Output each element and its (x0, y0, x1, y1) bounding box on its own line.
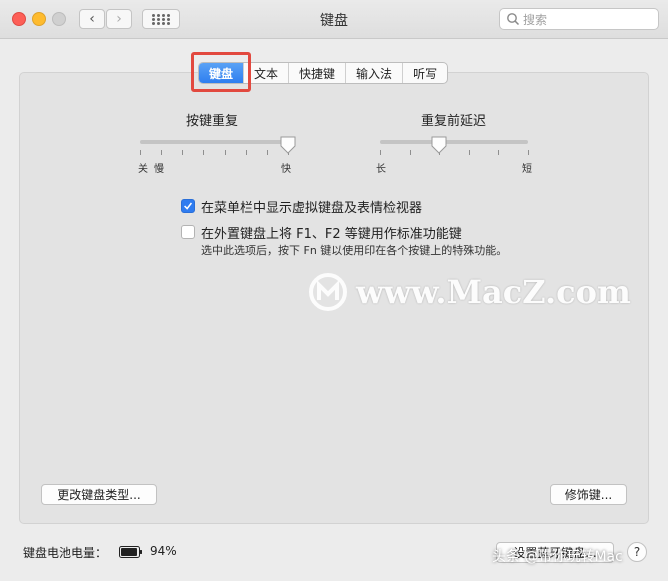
slider-tick (498, 150, 500, 155)
battery-label: 键盘电池电量： (23, 546, 108, 560)
slider-tick (266, 150, 268, 155)
tab-dictation[interactable]: 听写 (403, 63, 447, 83)
key-repeat-off-label: 关 (138, 164, 148, 175)
slider-tick (380, 150, 381, 155)
fn-keys-hint: 选中此选项后，按下 Fn 键以使用印在各个按键上的特殊功能。 (201, 244, 508, 257)
battery-icon (119, 546, 142, 558)
fn-keys-checkbox[interactable] (181, 225, 195, 239)
repeat-delay-short-label: 短 (522, 164, 532, 175)
key-repeat-slow-label: 慢 (154, 164, 164, 175)
slider-tick (224, 150, 226, 155)
repeat-delay-knob[interactable] (431, 136, 447, 154)
search-icon (507, 13, 520, 26)
search-field[interactable]: 搜索 (499, 8, 659, 30)
repeat-delay-slider[interactable] (380, 140, 528, 144)
help-button[interactable]: ? (627, 542, 647, 562)
macz-logo-icon (309, 273, 347, 311)
repeat-delay-label: 重复前延迟 (421, 114, 487, 129)
credit-overlay: 头条 @带你玩转Mac (492, 549, 623, 565)
search-placeholder: 搜索 (523, 13, 548, 27)
tab-input-sources[interactable]: 输入法 (346, 63, 404, 83)
slider-tick (245, 150, 247, 155)
tab-highlight-box (191, 52, 251, 92)
fn-keys-label[interactable]: 在外置键盘上将 F1、F2 等键用作标准功能键 (201, 223, 462, 242)
show-viewer-label[interactable]: 在菜单栏中显示虚拟键盘及表情检视器 (201, 197, 422, 216)
tab-shortcuts[interactable]: 快捷键 (289, 63, 347, 83)
slider-tick (140, 150, 141, 155)
slider-tick (203, 150, 205, 155)
key-repeat-fast-label: 快 (281, 164, 291, 175)
watermark-text: www.MacZ.com (356, 273, 631, 311)
repeat-delay-long-label: 长 (376, 164, 386, 175)
key-repeat-label: 按键重复 (186, 114, 239, 129)
battery-percent: 94% (150, 544, 177, 558)
slider-tick (182, 150, 184, 155)
watermark: www.MacZ.com (308, 270, 658, 314)
slider-tick (468, 150, 470, 155)
checkmark-icon (184, 202, 193, 210)
title-bar: ‹ › 键盘 搜索 (0, 0, 668, 39)
slider-tick (161, 150, 163, 155)
key-repeat-slider[interactable] (140, 140, 288, 144)
slider-tick (409, 150, 411, 155)
slider-tick (528, 150, 529, 155)
key-repeat-knob[interactable] (280, 136, 296, 154)
modifier-keys-button[interactable]: 修饰键... (550, 484, 627, 505)
change-keyboard-type-button[interactable]: 更改键盘类型... (41, 484, 157, 505)
help-icon: ? (633, 545, 641, 559)
show-viewer-checkbox[interactable] (181, 199, 195, 213)
